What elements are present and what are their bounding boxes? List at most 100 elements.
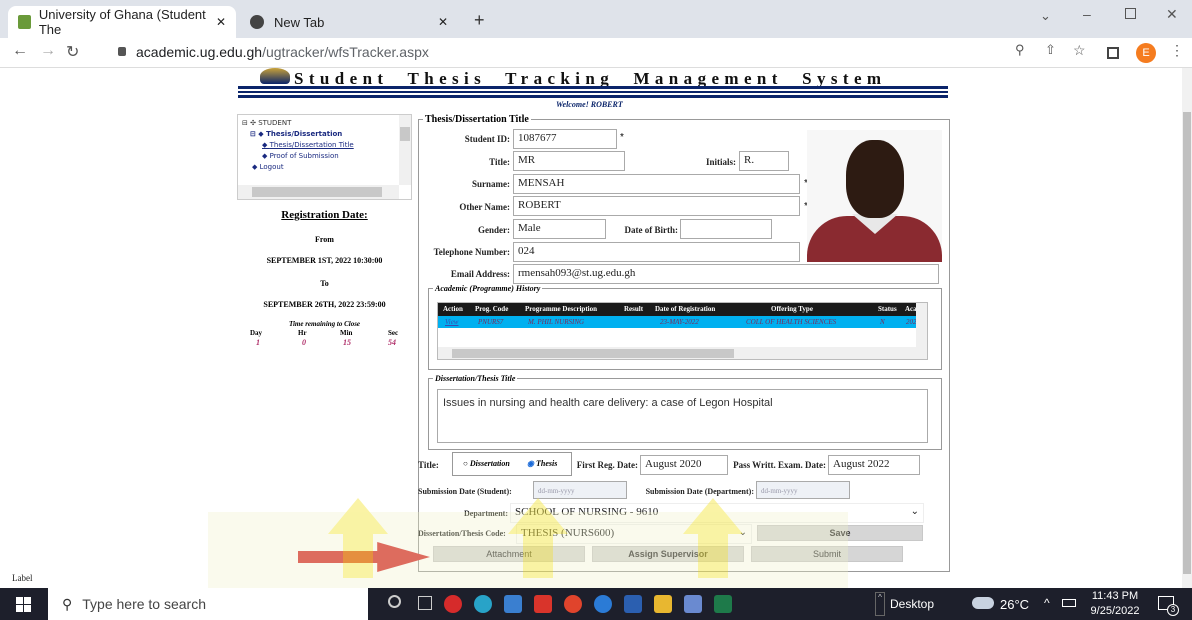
side-panel-icon[interactable] <box>1107 47 1119 59</box>
temperature[interactable]: 26°C <box>1000 597 1029 612</box>
initials-field[interactable]: R. <box>739 151 789 171</box>
save-button[interactable]: Save <box>757 525 923 541</box>
assign-supervisor-button[interactable]: Assign Supervisor <box>592 546 744 562</box>
reload-icon[interactable]: ↻ <box>66 42 79 62</box>
page-scrollbar[interactable] <box>1182 68 1192 588</box>
menu-icon[interactable]: ⋮ <box>1170 42 1184 59</box>
url-field[interactable]: academic.ug.edu.gh/ugtracker/wfsTracker.… <box>136 44 429 60</box>
task-view-icon[interactable] <box>418 596 432 610</box>
bookmark-star-icon[interactable]: ☆ <box>1073 42 1086 59</box>
submit-button[interactable]: Submit <box>751 546 903 562</box>
tab-strip: University of Ghana (Student The ✕ New T… <box>0 0 1192 38</box>
history-header: Action Prog. Code Programme Description … <box>438 303 927 316</box>
initials-label: Initials: <box>705 157 736 167</box>
radio-dissertation[interactable]: ○ Dissertation <box>463 459 510 468</box>
title-label: Title: <box>489 157 510 167</box>
dob-field[interactable] <box>680 219 772 239</box>
tab-search-icon[interactable]: ⌄ <box>1040 8 1051 24</box>
ie-icon[interactable] <box>594 595 612 613</box>
zoom-icon[interactable]: ⚲ <box>1015 42 1025 58</box>
header-rule <box>238 91 948 93</box>
share-icon[interactable]: ⇧ <box>1045 42 1056 58</box>
excel-icon[interactable] <box>714 595 732 613</box>
col-description: Programme Description <box>525 305 597 313</box>
title-field[interactable]: MR <box>513 151 625 171</box>
chrome-taskbar-icon[interactable] <box>564 595 582 613</box>
tree-item-logout[interactable]: ◆ Logout <box>252 163 284 171</box>
table-row[interactable]: View PNURS7 M. PHIL NURSING 23-MAY-2022 … <box>438 316 927 328</box>
new-tab-button[interactable]: + <box>474 10 485 31</box>
side-label: Label <box>12 573 33 583</box>
pass-exam-field[interactable]: August 2022 <box>828 455 920 475</box>
min-label: Min <box>340 329 353 337</box>
close-icon[interactable]: ✕ <box>216 15 226 29</box>
search-icon: ⚲ <box>62 595 73 612</box>
thesis-title-textarea[interactable]: Issues in nursing and health care delive… <box>437 389 928 443</box>
email-label: Email Address: <box>450 269 510 279</box>
tree-item-proof[interactable]: ◆ Proof of Submission <box>262 152 339 160</box>
student-id-field[interactable]: 1087677 <box>513 129 617 149</box>
weather-icon[interactable] <box>972 597 994 609</box>
view-link[interactable]: View <box>445 318 458 326</box>
submission-student-field[interactable]: dd-mm-yyyy <box>533 481 627 499</box>
email-field[interactable]: rmensah093@st.ug.edu.gh <box>513 264 939 284</box>
chevron-down-icon: ⌄ <box>910 506 919 517</box>
history-hscroll[interactable] <box>438 347 916 359</box>
tree-item-label: Logout <box>259 163 284 171</box>
tab-new[interactable]: New Tab ✕ <box>240 6 458 38</box>
edge-icon[interactable] <box>474 595 492 613</box>
store-icon[interactable] <box>504 595 522 613</box>
history-vscroll[interactable] <box>916 303 927 359</box>
radio-thesis[interactable]: ◉ Thesis <box>527 459 557 468</box>
tree-item-title[interactable]: ◆ Thesis/Dissertation Title <box>262 141 354 149</box>
col-prog-code: Prog. Code <box>475 305 509 313</box>
taskbar-search[interactable]: ⚲ Type here to search <box>48 588 368 620</box>
app-icon[interactable] <box>534 595 552 613</box>
col-date: Date of Registration <box>655 305 716 313</box>
desktop-toolbar-toggle[interactable]: ^ <box>875 592 885 616</box>
opera-icon[interactable] <box>444 595 462 613</box>
explorer-icon[interactable] <box>654 595 672 613</box>
clock-time[interactable]: 11:43 PM <box>1088 590 1142 602</box>
first-reg-field[interactable]: August 2020 <box>640 455 728 475</box>
windows-start-icon[interactable] <box>16 597 31 612</box>
battery-icon[interactable] <box>1062 599 1076 607</box>
phone-label: Telephone Number: <box>433 247 510 257</box>
cell-prog-code: PNURS7 <box>478 318 504 326</box>
back-icon[interactable]: ← <box>12 42 28 60</box>
word-icon[interactable] <box>624 595 642 613</box>
gender-field[interactable]: Male <box>513 219 606 239</box>
close-icon[interactable]: ✕ <box>438 15 448 29</box>
dob-label: Date of Birth: <box>624 225 679 235</box>
tab-university[interactable]: University of Ghana (Student The ✕ <box>8 6 236 38</box>
minimize-button[interactable]: – <box>1083 6 1091 22</box>
maximize-button[interactable] <box>1125 8 1136 19</box>
clock-date[interactable]: 9/25/2022 <box>1086 605 1144 617</box>
othername-field[interactable]: ROBERT <box>513 196 800 216</box>
department-select[interactable]: SCHOOL OF NURSING - 9610 ⌄ <box>510 503 924 523</box>
close-window-button[interactable]: ✕ <box>1166 6 1178 23</box>
tray-chevron-icon[interactable]: ^ <box>1044 596 1050 610</box>
profile-avatar[interactable]: E <box>1136 43 1156 63</box>
cortana-icon[interactable] <box>388 595 401 608</box>
tree-root[interactable]: ⊟ ✣ STUDENT <box>242 119 291 127</box>
tree-vscroll[interactable] <box>399 115 411 185</box>
tree-hscroll[interactable] <box>238 185 399 199</box>
phone-field[interactable]: 024 <box>513 242 800 262</box>
photos-icon[interactable] <box>684 595 702 613</box>
tab-title: New Tab <box>274 14 325 30</box>
tree-item-label: Thesis/Dissertation Title <box>269 141 354 149</box>
web-page: Student Thesis Tracking Management Syste… <box>0 68 1182 588</box>
tree-group[interactable]: ⊟ ◆ Thesis/Dissertation <box>250 130 342 138</box>
min-value: 15 <box>343 338 351 347</box>
col-result: Result <box>624 305 644 313</box>
sec-label: Sec <box>388 329 399 337</box>
code-select[interactable]: THESIS (NURS600) ⌄ <box>516 524 752 544</box>
forward-icon[interactable]: → <box>40 42 56 60</box>
surname-field[interactable]: MENSAH <box>513 174 800 194</box>
form-legend: Thesis/Dissertation Title <box>425 114 529 125</box>
submission-dept-field[interactable]: dd-mm-yyyy <box>756 481 850 499</box>
attachment-button[interactable]: Attachment <box>433 546 585 562</box>
desktop-label[interactable]: Desktop <box>890 597 934 611</box>
welcome-text: Welcome! ROBERT <box>556 100 623 109</box>
